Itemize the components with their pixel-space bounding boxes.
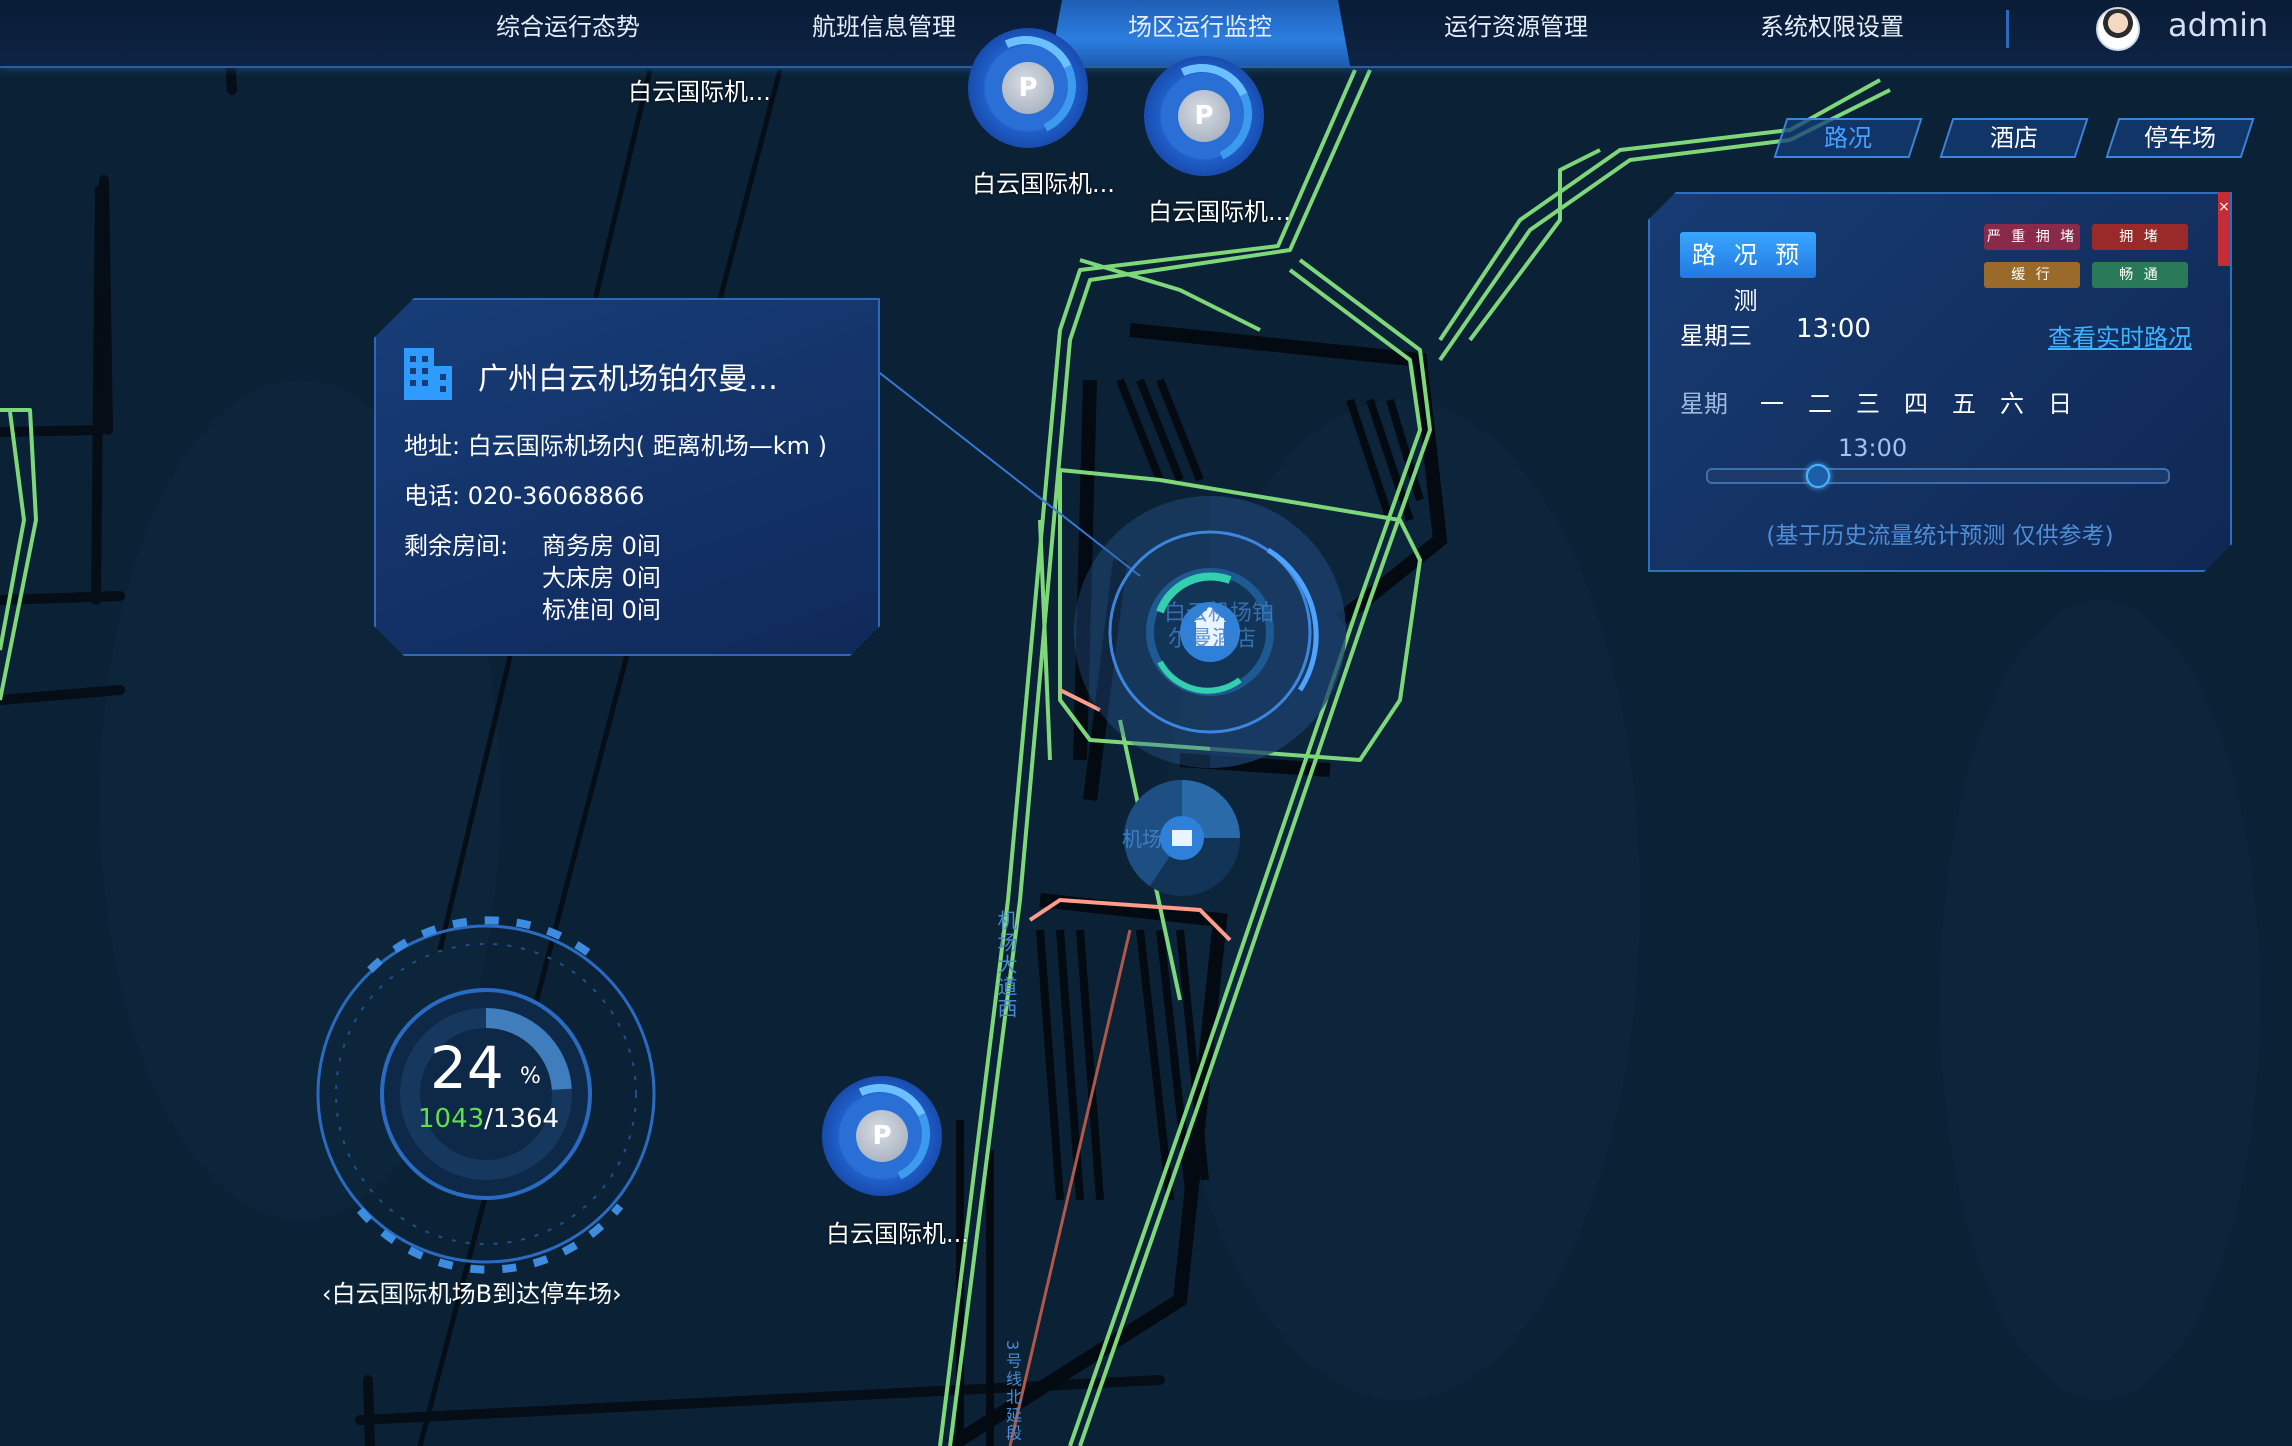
parking-marker-2[interactable]: P <box>1137 49 1267 179</box>
weekday-label: 星期 <box>1680 390 1728 418</box>
room-king: 大床房 0间 <box>542 564 661 592</box>
filter-hotel-label: 酒店 <box>1990 124 2038 152</box>
filter-parking-label: 停车场 <box>2144 124 2216 152</box>
close-icon[interactable]: × <box>2218 192 2230 266</box>
filter-hotel-button[interactable]: 酒店 <box>1939 118 2089 158</box>
hotel-phone: 电话: 020-36068866 <box>404 482 645 510</box>
weekday-tue[interactable]: 二 <box>1808 384 1832 419</box>
filter-parking-button[interactable]: 停车场 <box>2105 118 2255 158</box>
forecast-time: 13:00 <box>1796 314 1871 344</box>
hotel-info-card: 广州白云机场铂尔曼… 地址: 白云国际机场内( 距离机场—km ) 电话: 02… <box>374 298 880 656</box>
parking-icon: P <box>856 1110 908 1162</box>
nav-overall-status[interactable]: 综合运行态势 <box>418 0 718 54</box>
nav-resource-management[interactable]: 运行资源管理 <box>1366 0 1666 54</box>
traffic-forecast-title: 路 况 预 测 <box>1680 232 1816 278</box>
forecast-note: (基于历史流量统计预测 仅供参考) <box>1766 523 2114 549</box>
parking-top-label[interactable]: 白云国际机... <box>628 72 771 107</box>
gauge-percent: 24 <box>430 1034 504 1102</box>
legend-clear: 畅 通 <box>2092 262 2188 288</box>
username[interactable]: admin <box>2168 6 2268 44</box>
parking-marker-1[interactable]: P <box>961 21 1091 151</box>
room-standard: 标准间 0间 <box>542 596 661 624</box>
hotel-marker-label: 白云机场铂 <box>1164 601 1274 626</box>
road-label-metro-line: 3号线北延段 <box>1003 1340 1022 1443</box>
traffic-forecast-panel: 路 况 预 测 严 重 拥 堵 拥 堵 缓 行 畅 通 星期三 13:00 查看… <box>1648 192 2232 572</box>
road-label-airport-avenue: 机场大道西 <box>994 910 1018 1020</box>
gauge-used: 1043 <box>418 1104 485 1134</box>
parking-2-label[interactable]: 白云国际机... <box>1148 192 1291 227</box>
legend-severe-congestion: 严 重 拥 堵 <box>1984 224 2080 250</box>
gauge-percent-sign: % <box>520 1064 541 1089</box>
slider-time-label: 13:00 <box>1838 434 1908 462</box>
gauge-total: /1364 <box>484 1104 560 1134</box>
hotel-rooms-label: 剩余房间: <box>404 532 509 560</box>
hotel-address: 地址: 白云国际机场内( 距离机场—km ) <box>404 432 827 460</box>
legend-slow: 缓 行 <box>1984 262 2080 288</box>
view-realtime-traffic-link[interactable]: 查看实时路况 <box>2048 318 2192 353</box>
gauge-count: 1043/1364 <box>418 1104 559 1134</box>
nav-divider <box>2006 10 2009 48</box>
parking-marker-3[interactable]: P <box>815 1069 945 1199</box>
building-icon <box>402 346 454 402</box>
parking-icon: P <box>1178 90 1230 142</box>
user-avatar[interactable] <box>2096 7 2140 51</box>
nav-permission-settings[interactable]: 系统权限设置 <box>1682 0 1982 54</box>
parking-icon: P <box>1002 62 1054 114</box>
forecast-day: 星期三 <box>1680 322 1752 350</box>
hotel-marker-label-2: 尔曼酒店 <box>1168 627 1256 652</box>
weekday-fri[interactable]: 五 <box>1952 384 1976 419</box>
weekday-thu[interactable]: 四 <box>1904 384 1928 419</box>
airport-marker-label: 机场 <box>1122 827 1162 851</box>
legend-congestion: 拥 堵 <box>2092 224 2188 250</box>
hotel-name: 广州白云机场铂尔曼… <box>478 362 778 397</box>
time-slider-track[interactable] <box>1706 468 2170 484</box>
time-slider-thumb[interactable] <box>1806 464 1830 488</box>
weekday-sun[interactable]: 日 <box>2048 384 2072 419</box>
weekday-sat[interactable]: 六 <box>2000 384 2024 419</box>
parking-3-label[interactable]: 白云国际机... <box>826 1214 969 1249</box>
gauge-caption[interactable]: ‹白云国际机场B到达停车场› <box>322 1274 622 1309</box>
parking-1-label[interactable]: 白云国际机... <box>972 164 1115 199</box>
gauge-caption-text: 白云国际机场B到达停车场 <box>331 1280 613 1308</box>
weekday-wed[interactable]: 三 <box>1856 384 1880 419</box>
room-business: 商务房 0间 <box>542 532 661 560</box>
weekday-mon[interactable]: 一 <box>1760 384 1784 419</box>
filter-road-label: 路况 <box>1824 124 1872 152</box>
filter-road-button[interactable]: 路况 <box>1773 118 1923 158</box>
